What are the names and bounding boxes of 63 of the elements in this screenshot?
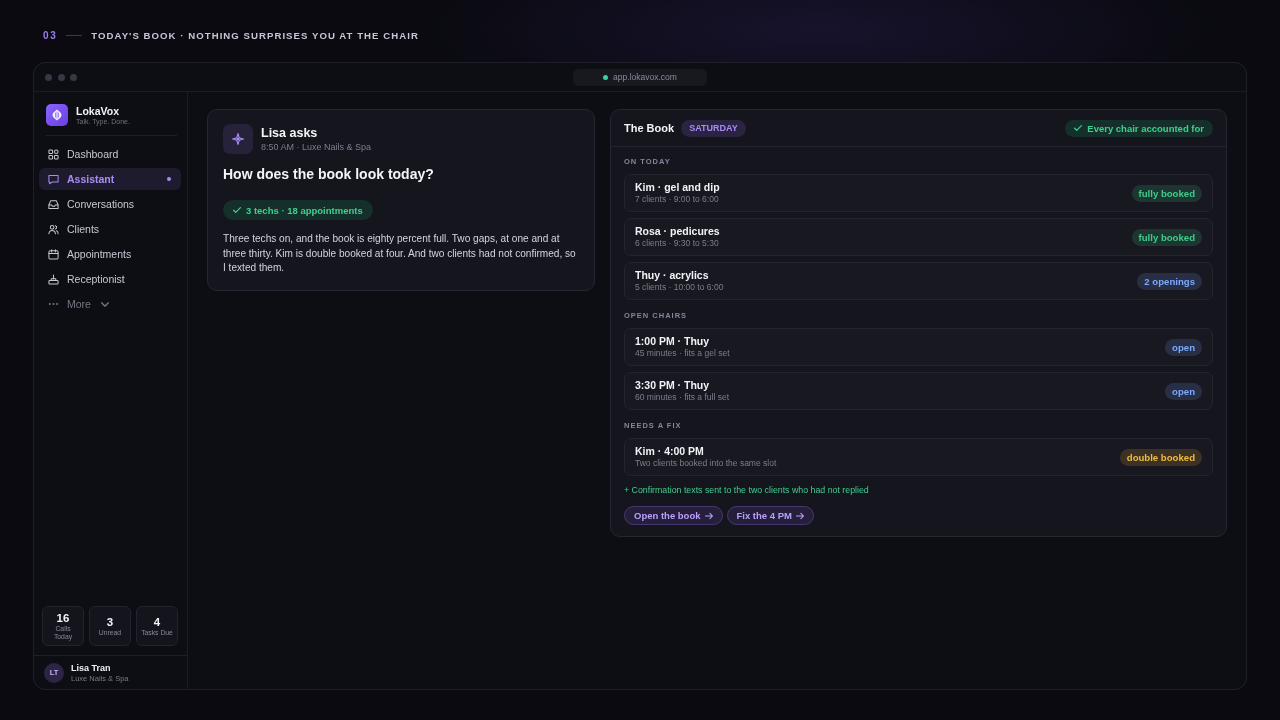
status-dot-icon: [603, 74, 609, 80]
logo-icon: [46, 104, 68, 126]
row-title: Rosa · pedicures: [635, 225, 721, 238]
row-detail: 5 clients · 10:00 to 6:00: [635, 282, 725, 293]
arrow-right-icon: [795, 511, 804, 520]
row-detail: Two clients booked into the same slot: [635, 458, 778, 469]
bell-icon: [48, 273, 59, 285]
card-title: The Book: [624, 122, 675, 134]
users-icon: [48, 223, 59, 235]
summary-text: 3 techs · 18 appointments: [246, 204, 363, 216]
window-dot-icon[interactable]: [57, 73, 65, 81]
ellipsis-icon: [48, 302, 59, 306]
status-text: Every chair accounted for: [1087, 122, 1204, 134]
more-menu[interactable]: More: [39, 293, 181, 315]
stat-value: 3: [106, 615, 114, 629]
stat-value: 16: [56, 612, 70, 625]
status-badge: fully booked: [1131, 184, 1202, 202]
row-title: 1:00 PM · Thuy: [635, 335, 711, 348]
section-title: TODAY'S BOOK · NOTHING SURPRISES YOU AT THE CHAIR: [91, 29, 419, 41]
row-title: Kim · 4:00 PM: [635, 445, 705, 458]
row-title: Kim · gel and dip: [635, 181, 721, 194]
status-badge: open: [1165, 338, 1202, 356]
nav-item[interactable]: Receptionist: [39, 268, 181, 290]
nav-item[interactable]: Assistant: [39, 168, 181, 190]
action-button[interactable]: Open the book: [624, 506, 723, 525]
url-text: app.lokavox.com: [613, 72, 677, 82]
brand-name: LokaVox: [76, 104, 120, 117]
nav-item[interactable]: Dashboard: [39, 143, 181, 165]
row-detail: 6 clients · 9:30 to 5:30: [635, 238, 720, 249]
asker-name: Lisa asks: [261, 125, 319, 141]
window-dot-icon[interactable]: [45, 73, 52, 81]
row-detail: 60 minutes · fits a full set: [635, 392, 730, 403]
action-button[interactable]: Fix the 4 PM: [726, 506, 814, 525]
step-number: 03: [43, 29, 58, 41]
nav-item[interactable]: Conversations: [39, 193, 181, 215]
user-name: Lisa Tran: [71, 662, 112, 674]
status-badge: 2 openings: [1137, 272, 1202, 290]
sparkle-icon: [223, 124, 253, 154]
message-meta: 8:50 AM · Luxe Nails & Spa: [261, 140, 372, 153]
chat-bubble-icon: [48, 173, 59, 185]
nav-item[interactable]: Appointments: [39, 243, 181, 265]
row-title: 3:30 PM · Thuy: [635, 379, 711, 392]
row-detail: 7 clients · 9:00 to 6:00: [635, 194, 720, 205]
check-icon: [1074, 124, 1083, 132]
chevron-down-icon: [100, 301, 109, 307]
arrow-right-icon: [704, 511, 713, 520]
status-badge: double booked: [1119, 448, 1202, 466]
answer-text: Three techs on, and the book is eighty percent full. Two gaps, at one and at three thirty. Kim is double booked at four. And two clients had not confirmed, so I texted them.: [223, 232, 577, 275]
nav-item[interactable]: Clients: [39, 218, 181, 240]
grid-icon: [48, 148, 59, 160]
check-icon: [233, 206, 241, 214]
window-dot-icon[interactable]: [70, 73, 77, 81]
confirmation-note: + Confirmation texts sent to the two clients who had not replied: [624, 484, 870, 496]
row-detail: 45 minutes · fits a gel set: [635, 348, 731, 359]
day-badge: SATURDAY: [681, 119, 746, 137]
question-text: How does the book look today?: [223, 166, 435, 183]
status-badge: open: [1165, 382, 1202, 400]
row-title: Thuy · acrylics: [635, 269, 710, 282]
inbox-icon: [48, 198, 59, 210]
active-dot-icon: [167, 177, 171, 181]
calendar-icon: [48, 248, 59, 260]
stat-value: 4: [153, 615, 161, 629]
status-badge: fully booked: [1131, 228, 1202, 246]
